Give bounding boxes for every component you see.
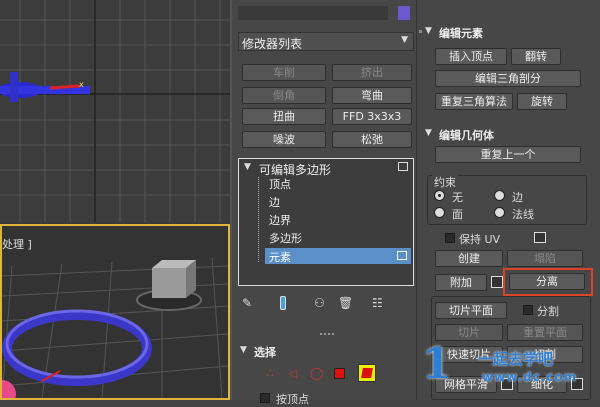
edit-triangulation-button[interactable]: 编辑三角剖分 bbox=[435, 70, 581, 87]
insert-vertex-button[interactable]: 插入顶点 bbox=[435, 48, 507, 65]
lathe-button[interactable]: 车削 bbox=[242, 64, 326, 81]
command-panel-right: ▼ 编辑元素 插入顶点 翻转 编辑三角剖分 重复三角算法 旋转 ▼ 编辑几何体 … bbox=[416, 0, 600, 400]
preserve-uv-checkbox[interactable] bbox=[445, 233, 455, 243]
object-color-swatch[interactable] bbox=[398, 6, 410, 20]
constraint-face-radio[interactable] bbox=[434, 207, 445, 218]
by-vertex-label: 按顶点 bbox=[276, 393, 309, 406]
attach-list-icon[interactable] bbox=[491, 276, 503, 288]
bevel-button[interactable]: 倒角 bbox=[242, 87, 326, 104]
object-name-field[interactable] bbox=[238, 6, 388, 20]
flip-button[interactable]: 翻转 bbox=[511, 48, 561, 65]
pin-stack-icon[interactable]: ✎ bbox=[242, 296, 252, 310]
show-end-result-icon[interactable] bbox=[280, 296, 286, 310]
rollout-collapse-icon: ▼ bbox=[240, 345, 247, 355]
tree-line bbox=[258, 177, 259, 262]
selection-modes: ∴ ◁ ◯ bbox=[262, 364, 382, 384]
refine-settings-icon[interactable] bbox=[571, 378, 583, 390]
twist-button[interactable]: 扭曲 bbox=[242, 108, 326, 125]
element-mode-icon[interactable] bbox=[358, 364, 376, 382]
preserve-uv-label: 保持 UV bbox=[459, 233, 501, 246]
reset-plane-button[interactable]: 重置平面 bbox=[507, 324, 583, 341]
edit-geometry-title[interactable]: 编辑几何体 bbox=[439, 127, 494, 143]
selection-rollout-header[interactable]: ▼ 选择 bbox=[238, 342, 414, 360]
relax-button[interactable]: 松弛 bbox=[332, 131, 412, 148]
create-button[interactable]: 创建 bbox=[435, 250, 503, 267]
modifier-list-dropdown[interactable]: 修改器列表 ▼ bbox=[238, 32, 414, 51]
by-vertex-checkbox[interactable] bbox=[260, 393, 270, 403]
rollout-expand-icon-2: ▼ bbox=[425, 128, 432, 138]
viewports-area[interactable]: x 处理] bbox=[0, 0, 230, 400]
modifier-list-label: 修改器列表 bbox=[242, 37, 303, 51]
make-unique-icon[interactable]: ⚇ bbox=[314, 296, 325, 310]
stack-item-element: 元素 bbox=[269, 251, 291, 264]
modifier-stack[interactable]: ▼ 可编辑多边形 顶点 边 边界 多边形 元素 bbox=[238, 158, 414, 286]
split-checkbox[interactable] bbox=[523, 305, 533, 315]
turn-button[interactable]: 旋转 bbox=[517, 93, 567, 110]
detach-button[interactable]: 分离 bbox=[509, 273, 585, 290]
edit-elements-title[interactable]: 编辑元素 bbox=[439, 25, 483, 41]
top-viewport[interactable]: x bbox=[0, 0, 230, 222]
constraint-edge-label: 边 bbox=[512, 191, 523, 204]
constraint-none-radio[interactable] bbox=[434, 190, 445, 201]
perspective-grid bbox=[2, 257, 228, 398]
cut-button[interactable]: 切割 bbox=[507, 346, 583, 363]
extrude-button[interactable]: 挤出 bbox=[332, 64, 412, 81]
constraint-normal-label: 法线 bbox=[512, 208, 534, 221]
stack-item-element-selected[interactable]: 元素 bbox=[265, 248, 411, 264]
bend-button[interactable]: 弯曲 bbox=[332, 87, 412, 104]
collapse-triangle-icon[interactable]: ▼ bbox=[244, 162, 251, 172]
stack-item-border[interactable]: 边界 bbox=[269, 213, 291, 229]
meshsmooth-settings-icon[interactable] bbox=[501, 378, 513, 390]
repeat-last-button[interactable]: 重复上一个 bbox=[435, 146, 581, 163]
attach-button[interactable]: 附加 bbox=[435, 274, 487, 291]
panel-divider bbox=[320, 333, 334, 335]
split-label: 分割 bbox=[537, 305, 559, 318]
svg-text:x: x bbox=[79, 80, 84, 89]
top-viewport-grid: x bbox=[0, 0, 230, 222]
slice-button[interactable]: 切片 bbox=[435, 324, 503, 341]
stack-root[interactable]: 可编辑多边形 bbox=[259, 161, 331, 178]
stack-item-polygon[interactable]: 多边形 bbox=[269, 231, 302, 247]
meshsmooth-button[interactable]: 网格平滑 bbox=[435, 376, 497, 393]
stack-item-vertex[interactable]: 顶点 bbox=[269, 177, 291, 193]
object-box-icon bbox=[398, 162, 408, 171]
element-box-icon bbox=[397, 251, 407, 260]
refine-button[interactable]: 细化 bbox=[517, 376, 567, 393]
scroll-grip[interactable] bbox=[419, 30, 422, 33]
configure-sets-icon[interactable]: ☷ bbox=[372, 296, 383, 310]
rollout-expand-icon: ▼ bbox=[425, 26, 432, 36]
constraints-label: 约束 bbox=[432, 174, 458, 190]
edge-mode-icon[interactable]: ◁ bbox=[288, 366, 297, 380]
constraint-face-label: 面 bbox=[452, 208, 463, 221]
stack-item-edge[interactable]: 边 bbox=[269, 195, 280, 211]
preserve-uv-settings-icon[interactable] bbox=[534, 232, 546, 243]
constraint-edge-radio[interactable] bbox=[494, 190, 505, 201]
noise-button[interactable]: 噪波 bbox=[242, 131, 326, 148]
ffd-button[interactable]: FFD 3x3x3 bbox=[332, 108, 412, 125]
stack-toolbar: ✎ ⚇ 🗑 ☷ bbox=[238, 296, 414, 314]
polygon-mode-icon[interactable] bbox=[334, 368, 345, 379]
quickslice-button[interactable]: 快速切片 bbox=[435, 346, 503, 363]
slice-plane-button[interactable]: 切片平面 bbox=[435, 302, 507, 319]
torus-perspective bbox=[2, 309, 152, 386]
viewport-label[interactable]: 处理 ] bbox=[2, 236, 32, 252]
selection-title: 选择 bbox=[254, 346, 276, 359]
modifier-panel: 修改器列表 ▼ 车削 挤出 倒角 弯曲 扭曲 FFD 3x3x3 噪波 松弛 ▼… bbox=[230, 0, 416, 406]
chevron-down-icon: ▼ bbox=[401, 35, 408, 45]
delete-modifier-icon[interactable]: 🗑 bbox=[338, 296, 353, 310]
constraint-none-label: 无 bbox=[452, 191, 463, 204]
collapse-button[interactable]: 塌陷 bbox=[507, 250, 583, 267]
vertex-mode-icon[interactable]: ∴ bbox=[266, 366, 274, 380]
perspective-viewport[interactable]: 处理 ] bbox=[0, 224, 230, 400]
crate-object bbox=[136, 260, 202, 311]
constraint-normal-radio[interactable] bbox=[494, 207, 505, 218]
constraints-group: 约束 无 边 面 法线 bbox=[427, 174, 587, 225]
retriangulate-button[interactable]: 重复三角算法 bbox=[435, 93, 513, 110]
border-mode-icon[interactable]: ◯ bbox=[310, 366, 323, 380]
